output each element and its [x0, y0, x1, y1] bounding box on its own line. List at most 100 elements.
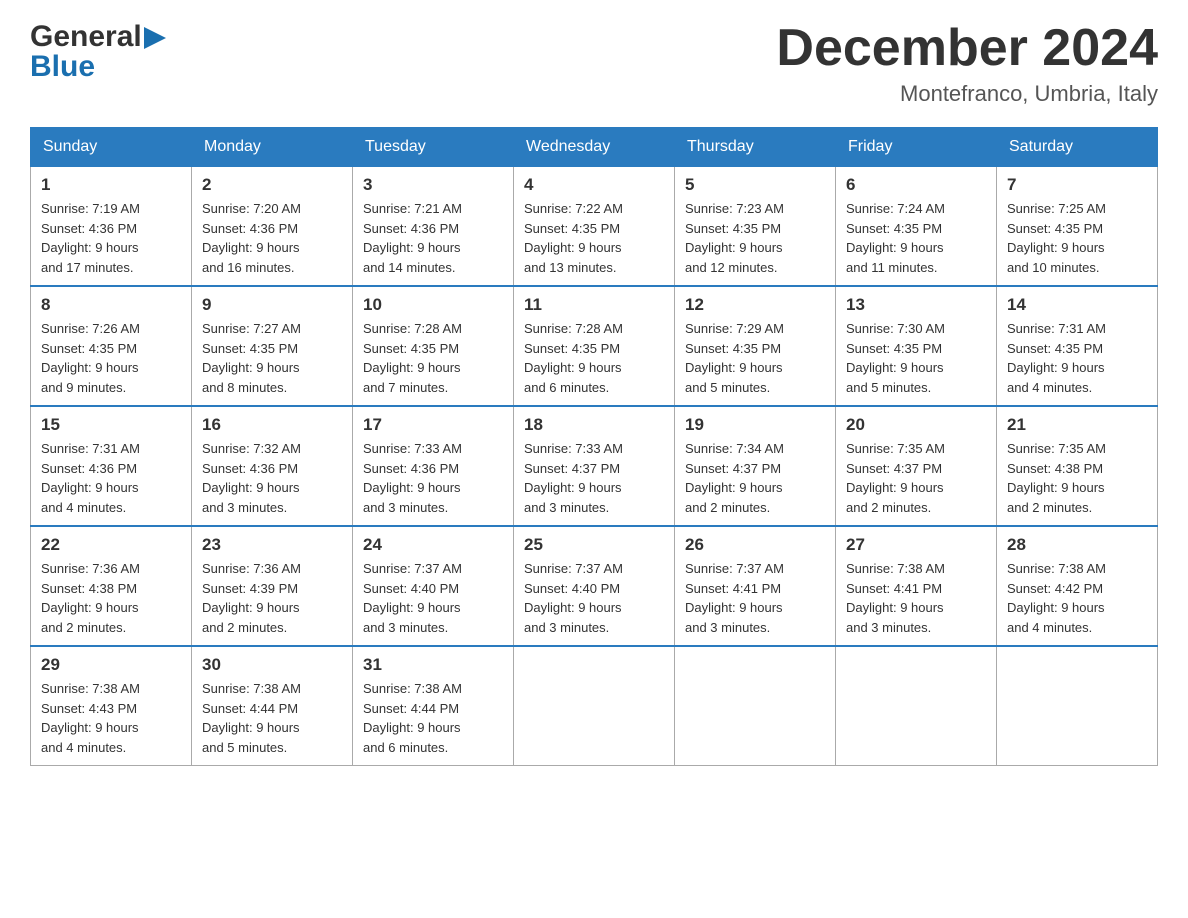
day-info: Sunrise: 7:31 AMSunset: 4:35 PMDaylight:…: [1007, 319, 1147, 397]
calendar-cell: 17 Sunrise: 7:33 AMSunset: 4:36 PMDayligh…: [353, 406, 514, 526]
calendar-cell: 2 Sunrise: 7:20 AMSunset: 4:36 PMDaylight…: [192, 167, 353, 287]
day-number: 10: [363, 295, 503, 315]
week-row-5: 29Sunrise: 7:38 AMSunset: 4:43 PMDayligh…: [31, 646, 1158, 766]
title-block: December 2024 Montefranco, Umbria, Italy: [776, 20, 1158, 107]
calendar-cell: 7 Sunrise: 7:25 AMSunset: 4:35 PMDaylight…: [997, 167, 1158, 287]
col-header-sunday: Sunday: [31, 128, 192, 167]
day-number: 2: [202, 175, 342, 195]
day-number: 14: [1007, 295, 1147, 315]
day-number: 7: [1007, 175, 1147, 195]
calendar-cell: [675, 646, 836, 766]
calendar-cell: 11 Sunrise: 7:28 AMSunset: 4:35 PMDayligh…: [514, 286, 675, 406]
col-header-saturday: Saturday: [997, 128, 1158, 167]
day-number: 8: [41, 295, 181, 315]
day-number: 17: [363, 415, 503, 435]
day-info: Sunrise: 7:31 AMSunset: 4:36 PMDaylight:…: [41, 439, 181, 517]
day-info: Sunrise: 7:28 AMSunset: 4:35 PMDaylight:…: [363, 319, 503, 397]
calendar-cell: 10 Sunrise: 7:28 AMSunset: 4:35 PMDayligh…: [353, 286, 514, 406]
day-number: 26: [685, 535, 825, 555]
day-info: Sunrise: 7:21 AMSunset: 4:36 PMDaylight:…: [363, 199, 503, 277]
logo-general-text: General: [30, 20, 142, 54]
calendar-cell: 14 Sunrise: 7:31 AMSunset: 4:35 PMDayligh…: [997, 286, 1158, 406]
day-number: 31: [363, 655, 503, 675]
day-number: 20: [846, 415, 986, 435]
day-info: Sunrise: 7:28 AMSunset: 4:35 PMDaylight:…: [524, 319, 664, 397]
day-info: Sunrise: 7:38 AMSunset: 4:44 PMDaylight:…: [202, 679, 342, 757]
day-info: Sunrise: 7:30 AMSunset: 4:35 PMDaylight:…: [846, 319, 986, 397]
calendar-cell: 25 Sunrise: 7:37 AMSunset: 4:40 PMDayligh…: [514, 526, 675, 646]
day-info: Sunrise: 7:19 AMSunset: 4:36 PMDaylight:…: [41, 199, 181, 277]
day-info: Sunrise: 7:37 AMSunset: 4:40 PMDaylight:…: [524, 559, 664, 637]
logo-icon: [144, 27, 166, 49]
day-number: 18: [524, 415, 664, 435]
col-header-monday: Monday: [192, 128, 353, 167]
day-info: Sunrise: 7:20 AMSunset: 4:36 PMDaylight:…: [202, 199, 342, 277]
day-info: Sunrise: 7:34 AMSunset: 4:37 PMDaylight:…: [685, 439, 825, 517]
week-row-3: 15Sunrise: 7:31 AMSunset: 4:36 PMDayligh…: [31, 406, 1158, 526]
week-row-1: 1 Sunrise: 7:19 AMSunset: 4:36 PMDaylight…: [31, 167, 1158, 287]
calendar-cell: 26 Sunrise: 7:37 AMSunset: 4:41 PMDayligh…: [675, 526, 836, 646]
calendar-cell: 6Sunrise: 7:24 AMSunset: 4:35 PMDaylight…: [836, 167, 997, 287]
month-title: December 2024: [776, 20, 1158, 77]
day-number: 27: [846, 535, 986, 555]
day-info: Sunrise: 7:23 AMSunset: 4:35 PMDaylight:…: [685, 199, 825, 277]
calendar-cell: 4 Sunrise: 7:22 AMSunset: 4:35 PMDaylight…: [514, 167, 675, 287]
calendar-cell: 13 Sunrise: 7:30 AMSunset: 4:35 PMDayligh…: [836, 286, 997, 406]
day-number: 24: [363, 535, 503, 555]
calendar-cell: 15Sunrise: 7:31 AMSunset: 4:36 PMDayligh…: [31, 406, 192, 526]
day-info: Sunrise: 7:38 AMSunset: 4:41 PMDaylight:…: [846, 559, 986, 637]
calendar-cell: 20 Sunrise: 7:35 AMSunset: 4:37 PMDayligh…: [836, 406, 997, 526]
calendar-cell: 23Sunrise: 7:36 AMSunset: 4:39 PMDayligh…: [192, 526, 353, 646]
day-info: Sunrise: 7:37 AMSunset: 4:40 PMDaylight:…: [363, 559, 503, 637]
day-number: 3: [363, 175, 503, 195]
calendar-cell: 16Sunrise: 7:32 AMSunset: 4:36 PMDayligh…: [192, 406, 353, 526]
day-number: 25: [524, 535, 664, 555]
day-info: Sunrise: 7:29 AMSunset: 4:35 PMDaylight:…: [685, 319, 825, 397]
day-info: Sunrise: 7:25 AMSunset: 4:35 PMDaylight:…: [1007, 199, 1147, 277]
col-header-thursday: Thursday: [675, 128, 836, 167]
day-number: 19: [685, 415, 825, 435]
day-number: 29: [41, 655, 181, 675]
location-title: Montefranco, Umbria, Italy: [776, 81, 1158, 107]
col-header-friday: Friday: [836, 128, 997, 167]
calendar-cell: 31 Sunrise: 7:38 AMSunset: 4:44 PMDayligh…: [353, 646, 514, 766]
day-info: Sunrise: 7:35 AMSunset: 4:38 PMDaylight:…: [1007, 439, 1147, 517]
day-number: 1: [41, 175, 181, 195]
calendar-cell: 21 Sunrise: 7:35 AMSunset: 4:38 PMDayligh…: [997, 406, 1158, 526]
day-number: 28: [1007, 535, 1147, 555]
calendar-cell: [997, 646, 1158, 766]
col-header-tuesday: Tuesday: [353, 128, 514, 167]
day-info: Sunrise: 7:33 AMSunset: 4:37 PMDaylight:…: [524, 439, 664, 517]
day-number: 16: [202, 415, 342, 435]
day-info: Sunrise: 7:26 AMSunset: 4:35 PMDaylight:…: [41, 319, 181, 397]
week-row-2: 8 Sunrise: 7:26 AMSunset: 4:35 PMDaylight…: [31, 286, 1158, 406]
day-info: Sunrise: 7:36 AMSunset: 4:38 PMDaylight:…: [41, 559, 181, 637]
calendar-cell: 27 Sunrise: 7:38 AMSunset: 4:41 PMDayligh…: [836, 526, 997, 646]
calendar-cell: 9Sunrise: 7:27 AMSunset: 4:35 PMDaylight…: [192, 286, 353, 406]
calendar-cell: 1 Sunrise: 7:19 AMSunset: 4:36 PMDaylight…: [31, 167, 192, 287]
day-number: 13: [846, 295, 986, 315]
day-info: Sunrise: 7:37 AMSunset: 4:41 PMDaylight:…: [685, 559, 825, 637]
calendar-cell: 22Sunrise: 7:36 AMSunset: 4:38 PMDayligh…: [31, 526, 192, 646]
calendar-cell: 18 Sunrise: 7:33 AMSunset: 4:37 PMDayligh…: [514, 406, 675, 526]
logo: General Blue: [30, 20, 166, 84]
day-number: 21: [1007, 415, 1147, 435]
day-number: 12: [685, 295, 825, 315]
calendar-cell: 24 Sunrise: 7:37 AMSunset: 4:40 PMDayligh…: [353, 526, 514, 646]
logo-blue-text: Blue: [30, 50, 95, 84]
calendar-table: SundayMondayTuesdayWednesdayThursdayFrid…: [30, 127, 1158, 766]
day-number: 9: [202, 295, 342, 315]
week-row-4: 22Sunrise: 7:36 AMSunset: 4:38 PMDayligh…: [31, 526, 1158, 646]
day-info: Sunrise: 7:33 AMSunset: 4:36 PMDaylight:…: [363, 439, 503, 517]
day-info: Sunrise: 7:22 AMSunset: 4:35 PMDaylight:…: [524, 199, 664, 277]
day-info: Sunrise: 7:38 AMSunset: 4:44 PMDaylight:…: [363, 679, 503, 757]
page-header: General Blue December 2024 Montefranco, …: [30, 20, 1158, 107]
calendar-cell: [836, 646, 997, 766]
day-number: 11: [524, 295, 664, 315]
calendar-cell: 5Sunrise: 7:23 AMSunset: 4:35 PMDaylight…: [675, 167, 836, 287]
calendar-cell: 29Sunrise: 7:38 AMSunset: 4:43 PMDayligh…: [31, 646, 192, 766]
day-number: 4: [524, 175, 664, 195]
day-info: Sunrise: 7:36 AMSunset: 4:39 PMDaylight:…: [202, 559, 342, 637]
day-info: Sunrise: 7:38 AMSunset: 4:42 PMDaylight:…: [1007, 559, 1147, 637]
day-info: Sunrise: 7:35 AMSunset: 4:37 PMDaylight:…: [846, 439, 986, 517]
